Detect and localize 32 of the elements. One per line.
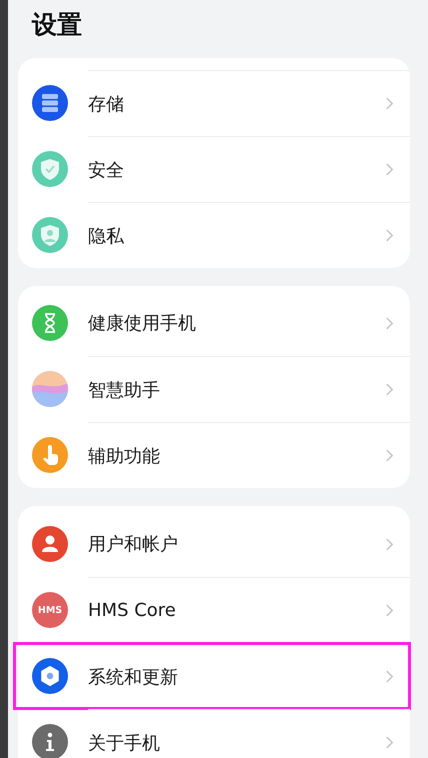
settings-item[interactable]: HMS HMS Core (18, 577, 410, 643)
item-label: 安全 (88, 158, 124, 182)
chevron-icon (385, 735, 394, 750)
page-title: 设置 (30, 9, 83, 41)
item-label: 用户和帐户 (88, 533, 178, 556)
chevron-icon (385, 228, 394, 243)
item-label: 隐私 (88, 224, 124, 248)
settings-item[interactable]: 用户和帐户 (18, 511, 410, 577)
hms-icon: HMS (32, 592, 68, 628)
settings-item[interactable]: 隐私 (18, 202, 410, 268)
chevron-icon (385, 96, 394, 111)
chevron-icon (385, 162, 394, 177)
chevron-icon (385, 603, 394, 618)
settings-item[interactable]: 系统和更新 (14, 643, 410, 709)
item-label: 存储 (88, 92, 124, 116)
chevron-icon (385, 669, 394, 684)
settings-item[interactable]: 智慧助手 (18, 356, 410, 422)
item-label: 辅助功能 (88, 444, 160, 468)
settings-item[interactable]: 安全 (18, 136, 410, 202)
item-label: 系统和更新 (88, 666, 178, 688)
item-label: HMS Core (88, 600, 176, 621)
item-label: 关于手机 (88, 732, 160, 754)
item-label: 健康使用手机 (88, 312, 196, 335)
settings-item[interactable]: 关于手机 (18, 709, 410, 758)
chevron-icon (385, 316, 394, 330)
settings-item[interactable]: 健康使用手机 (18, 290, 410, 356)
chevron-icon (385, 382, 394, 397)
item-label: 智慧助手 (88, 378, 160, 402)
settings-item[interactable]: 辅助功能 (18, 422, 410, 488)
settings-item[interactable]: 存储 (18, 70, 410, 136)
chevron-icon (385, 536, 394, 552)
chevron-icon (385, 448, 394, 463)
